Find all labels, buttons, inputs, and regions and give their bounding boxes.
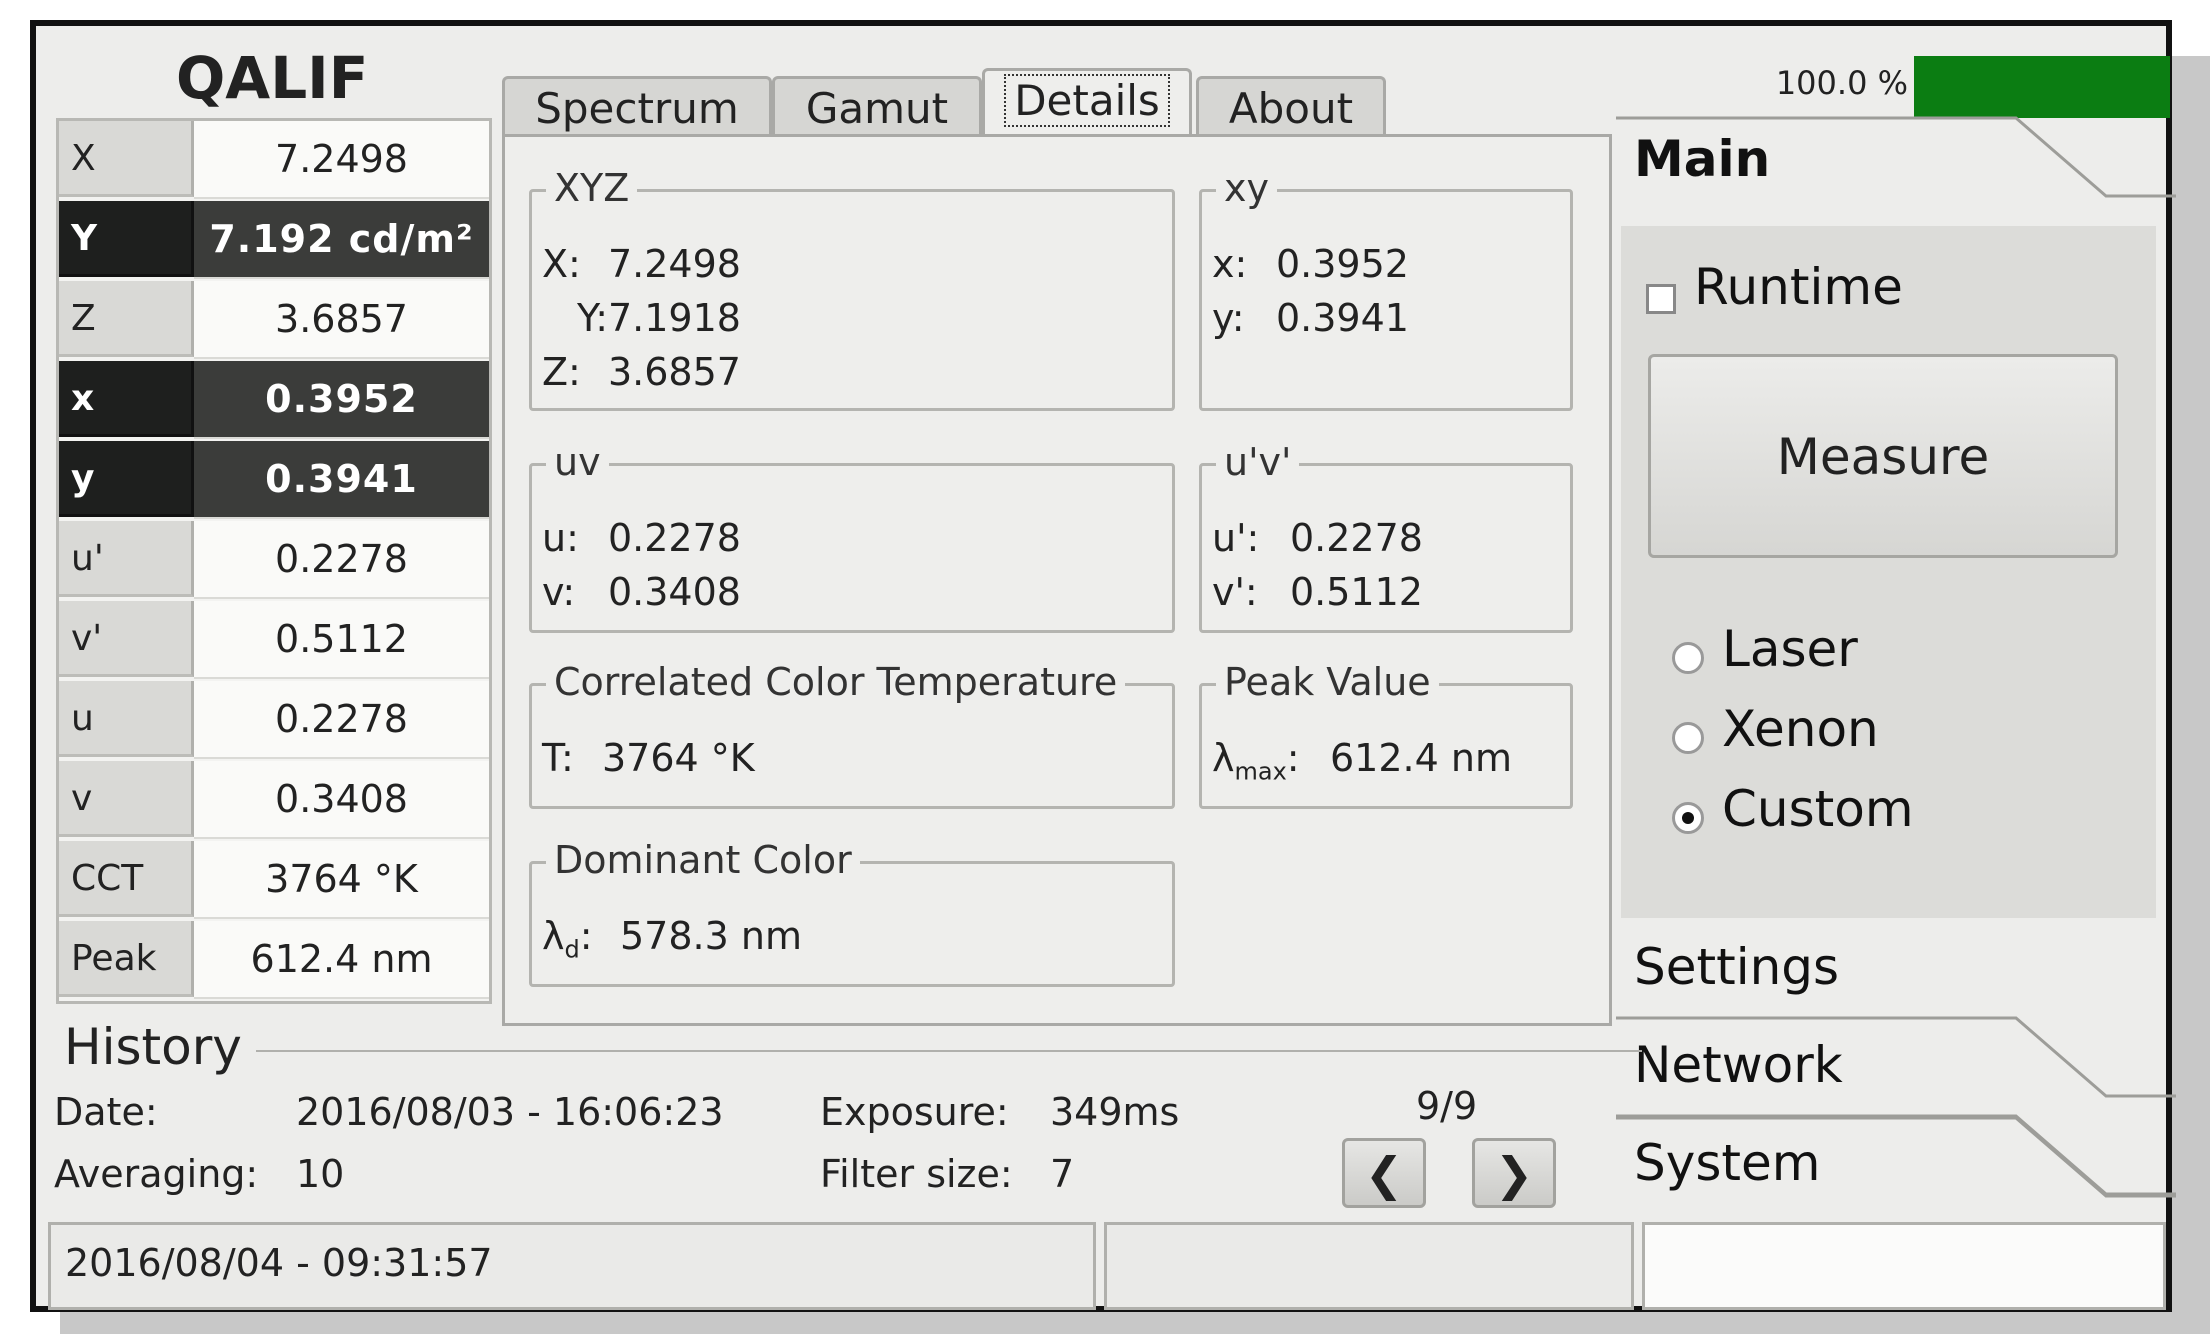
tab-spectrum[interactable]: Spectrum	[502, 76, 772, 138]
value-row: X 7.2498	[59, 121, 489, 201]
value-row: x 0.3952	[59, 361, 489, 441]
dominant-color-group: Dominant Color λd: 578.3 nm	[529, 838, 1175, 987]
history-filter-label: Filter size:	[820, 1152, 1013, 1196]
status-datetime: 2016/08/04 - 09:31:57	[65, 1241, 493, 1285]
dominant-value: 578.3 nm	[620, 914, 802, 958]
xyz-z-value: 3.6857	[608, 350, 741, 394]
value-row-value: 0.2278	[194, 681, 489, 759]
app-window: QALIF X 7.2498 Y 7.192 cd/m² Z 3.6857 x 0.3952 y…	[30, 20, 2176, 1312]
cct-group: Correlated Color Temperature T: 3764 °K	[529, 660, 1175, 809]
runtime-label[interactable]: Runtime	[1694, 258, 1903, 316]
peak-value: 612.4 nm	[1330, 736, 1512, 780]
value-row-label: u	[59, 681, 194, 757]
history-prev-button[interactable]: ❮	[1342, 1138, 1426, 1208]
history-page-indicator: 9/9	[1416, 1084, 1478, 1128]
status-middle-field	[1104, 1222, 1634, 1310]
status-right-field	[1642, 1222, 2166, 1310]
xyz-x-value: 7.2498	[608, 242, 741, 286]
upvp-u-value: 0.2278	[1290, 516, 1423, 560]
history-exposure-label: Exposure:	[820, 1090, 1009, 1134]
details-panel: XYZ X: 7.2498 Y:7.1918 Z: 3.6857 xy x: 0.39…	[502, 134, 1612, 1026]
value-row: v 0.3408	[59, 761, 489, 841]
xy-group: xy x: 0.3952 y: 0.3941	[1199, 166, 1573, 411]
progress-label: 100.0 %	[1775, 64, 1908, 102]
value-row-value: 7.2498	[194, 121, 489, 199]
history-next-button[interactable]: ❯	[1472, 1138, 1556, 1208]
progress-bar	[1914, 56, 2170, 118]
value-row-value: 3.6857	[194, 281, 489, 359]
upvp-v-value: 0.5112	[1290, 570, 1423, 614]
app-title: QALIF	[176, 44, 369, 112]
value-row-value: 0.3408	[194, 761, 489, 839]
value-row: Peak 612.4 nm	[59, 921, 489, 1001]
value-row-label: Peak	[59, 921, 194, 997]
value-row: y 0.3941	[59, 441, 489, 521]
value-row-value: 0.2278	[194, 521, 489, 599]
value-row-label: X	[59, 121, 194, 197]
history-title: History	[64, 1018, 242, 1076]
history-averaging-label: Averaging:	[54, 1152, 259, 1196]
upvp-group: u'v' u': 0.2278 v': 0.5112	[1199, 440, 1573, 633]
value-row-label: u'	[59, 521, 194, 597]
xy-y-value: 0.3941	[1276, 296, 1409, 340]
section-main[interactable]: Main	[1634, 130, 1770, 188]
history-exposure: 349ms	[1050, 1090, 1180, 1134]
value-row-label: x	[59, 361, 194, 437]
value-row-label: v	[59, 761, 194, 837]
measurement-table: X 7.2498 Y 7.192 cd/m² Z 3.6857 x 0.3952 y 0.3941…	[56, 118, 492, 1004]
value-row-value: 0.5112	[194, 601, 489, 679]
laser-label[interactable]: Laser	[1722, 620, 1858, 678]
value-row-value: 3764 °K	[194, 841, 489, 919]
section-network[interactable]: Network	[1634, 1036, 1843, 1094]
tab-details[interactable]: Details	[982, 68, 1192, 140]
uv-v-value: 0.3408	[608, 570, 741, 614]
xyz-group: XYZ X: 7.2498 Y:7.1918 Z: 3.6857	[529, 166, 1175, 411]
value-row-value: 7.192 cd/m²	[194, 201, 489, 279]
chevron-left-icon: ❮	[1364, 1147, 1404, 1201]
tab-about[interactable]: About	[1196, 76, 1386, 138]
value-row: Z 3.6857	[59, 281, 489, 361]
uv-u-value: 0.2278	[608, 516, 741, 560]
xenon-radio[interactable]	[1672, 722, 1704, 754]
value-row: v' 0.5112	[59, 601, 489, 681]
value-row-label: Z	[59, 281, 194, 357]
uv-group: uv u: 0.2278 v: 0.3408	[529, 440, 1175, 633]
value-row-value: 0.3941	[194, 441, 489, 519]
value-row-label: y	[59, 441, 194, 517]
value-row-value: 0.3952	[194, 361, 489, 439]
status-datetime-field: 2016/08/04 - 09:31:57	[48, 1222, 1096, 1310]
history-filter: 7	[1050, 1152, 1075, 1196]
custom-label[interactable]: Custom	[1722, 780, 1914, 838]
value-row-label: CCT	[59, 841, 194, 917]
section-system[interactable]: System	[1634, 1134, 1820, 1192]
value-row-label: Y	[59, 201, 194, 277]
value-row: CCT 3764 °K	[59, 841, 489, 921]
chevron-right-icon: ❯	[1494, 1147, 1534, 1201]
peak-group: Peak Value λmax: 612.4 nm	[1199, 660, 1573, 809]
history-date-label: Date:	[54, 1090, 158, 1134]
xy-x-value: 0.3952	[1276, 242, 1409, 286]
xyz-y-value: 7.1918	[608, 296, 741, 340]
history-date: 2016/08/03 - 16:06:23	[296, 1090, 724, 1134]
value-row: u' 0.2278	[59, 521, 489, 601]
value-row: u 0.2278	[59, 681, 489, 761]
value-row-label: v'	[59, 601, 194, 677]
history-divider	[256, 1050, 1642, 1052]
section-settings[interactable]: Settings	[1634, 938, 1839, 996]
xenon-label[interactable]: Xenon	[1722, 700, 1879, 758]
custom-radio[interactable]	[1672, 802, 1704, 834]
cct-value: 3764 °K	[602, 736, 755, 780]
progress-fill	[1914, 56, 2170, 118]
tab-gamut[interactable]: Gamut	[772, 76, 982, 138]
runtime-checkbox[interactable]	[1646, 284, 1676, 314]
laser-radio[interactable]	[1672, 642, 1704, 674]
value-row-value: 612.4 nm	[194, 921, 489, 999]
value-row: Y 7.192 cd/m²	[59, 201, 489, 281]
measure-button[interactable]: Measure	[1648, 354, 2118, 558]
history-averaging: 10	[296, 1152, 345, 1196]
